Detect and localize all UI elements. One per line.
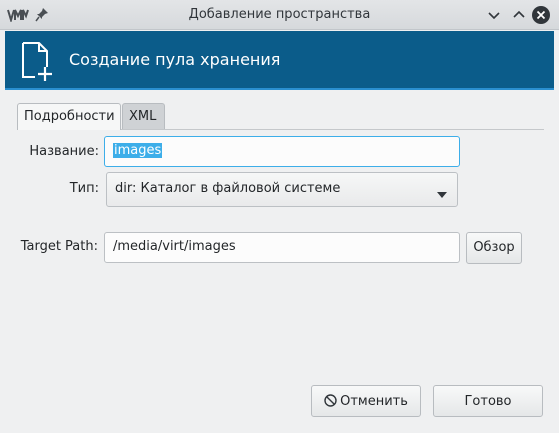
type-label: Тип: [69, 181, 99, 196]
chevron-down-icon[interactable] [485, 6, 503, 24]
header-banner: Создание пула хранения [5, 31, 554, 90]
target-path-value: /media/virt/images [113, 239, 236, 254]
window-title: Добавление пространства [188, 7, 371, 22]
close-icon[interactable] [531, 5, 551, 25]
browse-button[interactable]: Обзор [466, 232, 522, 264]
cancel-button[interactable]: Отменить [311, 385, 421, 417]
target-path-label: Target Path: [20, 239, 98, 254]
type-select[interactable]: dir: Каталог в файловой системе [106, 172, 458, 207]
tab-details[interactable]: Подробности [17, 103, 121, 130]
banner-title: Создание пула хранения [69, 50, 281, 69]
cancel-label: Отменить [340, 394, 408, 409]
type-value: dir: Каталог в файловой системе [115, 181, 341, 196]
new-document-icon [19, 41, 55, 81]
dropdown-arrow-icon [437, 187, 447, 198]
name-label: Название: [29, 144, 99, 159]
name-input[interactable]: images [104, 136, 460, 167]
chevron-up-icon[interactable] [510, 6, 528, 24]
name-value: images [113, 143, 163, 158]
title-bar[interactable]: Добавление пространства [0, 0, 559, 30]
ok-button[interactable]: Готово [433, 385, 543, 417]
cancel-icon [324, 394, 337, 407]
target-path-input[interactable]: /media/virt/images [104, 232, 460, 263]
tab-xml[interactable]: XML [122, 103, 165, 129]
